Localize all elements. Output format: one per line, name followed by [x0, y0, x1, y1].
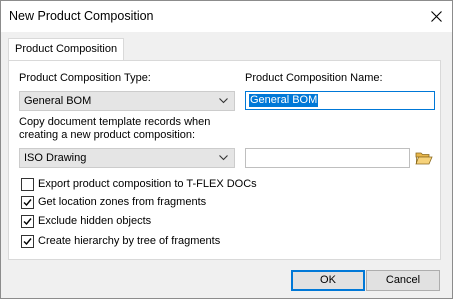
name-input[interactable]: General BOM [245, 91, 435, 110]
close-icon [430, 11, 442, 22]
type-combo[interactable]: General BOM [19, 91, 235, 111]
checkmark-icon [23, 218, 32, 226]
tab-label: Product Composition [15, 43, 118, 55]
checkbox-box[interactable] [21, 178, 34, 191]
type-combo-value: General BOM [24, 95, 92, 107]
chevron-down-icon [219, 155, 228, 161]
copy-label-line1: Copy document template records when [19, 116, 211, 128]
browse-button[interactable] [414, 148, 434, 168]
chevron-down-icon [219, 98, 228, 104]
checkbox-label: Get location zones from fragments [38, 196, 207, 208]
ok-button[interactable]: OK [291, 270, 365, 291]
tab-panel: Product Composition Type: General BOM Pr… [8, 60, 441, 260]
template-path-input[interactable] [245, 148, 410, 168]
name-input-value: General BOM [249, 94, 319, 107]
folder-open-icon [415, 152, 433, 165]
name-label: Product Composition Name: [245, 72, 383, 84]
close-button[interactable] [420, 1, 452, 32]
tab-product-composition[interactable]: Product Composition [8, 38, 124, 61]
title-bar: New Product Composition [1, 1, 452, 32]
checkbox-box[interactable] [21, 196, 34, 209]
template-combo[interactable]: ISO Drawing [19, 148, 235, 168]
checkbox-box[interactable] [21, 235, 34, 248]
checkbox-label: Exclude hidden objects [38, 215, 152, 227]
checkbox-box[interactable] [21, 215, 34, 228]
checkmark-icon [23, 199, 32, 207]
cancel-button[interactable]: Cancel [366, 270, 440, 291]
template-combo-value: ISO Drawing [24, 152, 87, 164]
checkmark-icon [23, 238, 32, 246]
checkbox-label: Export product composition to T-FLEX DOC… [38, 178, 257, 190]
dialog-window: New Product Composition Product Composit… [0, 0, 453, 299]
checkbox-label: Create hierarchy by tree of fragments [38, 235, 221, 247]
copy-label-line2: creating a new product composition: [19, 129, 196, 141]
window-title: New Product Composition [9, 9, 154, 23]
type-label: Product Composition Type: [19, 72, 151, 84]
